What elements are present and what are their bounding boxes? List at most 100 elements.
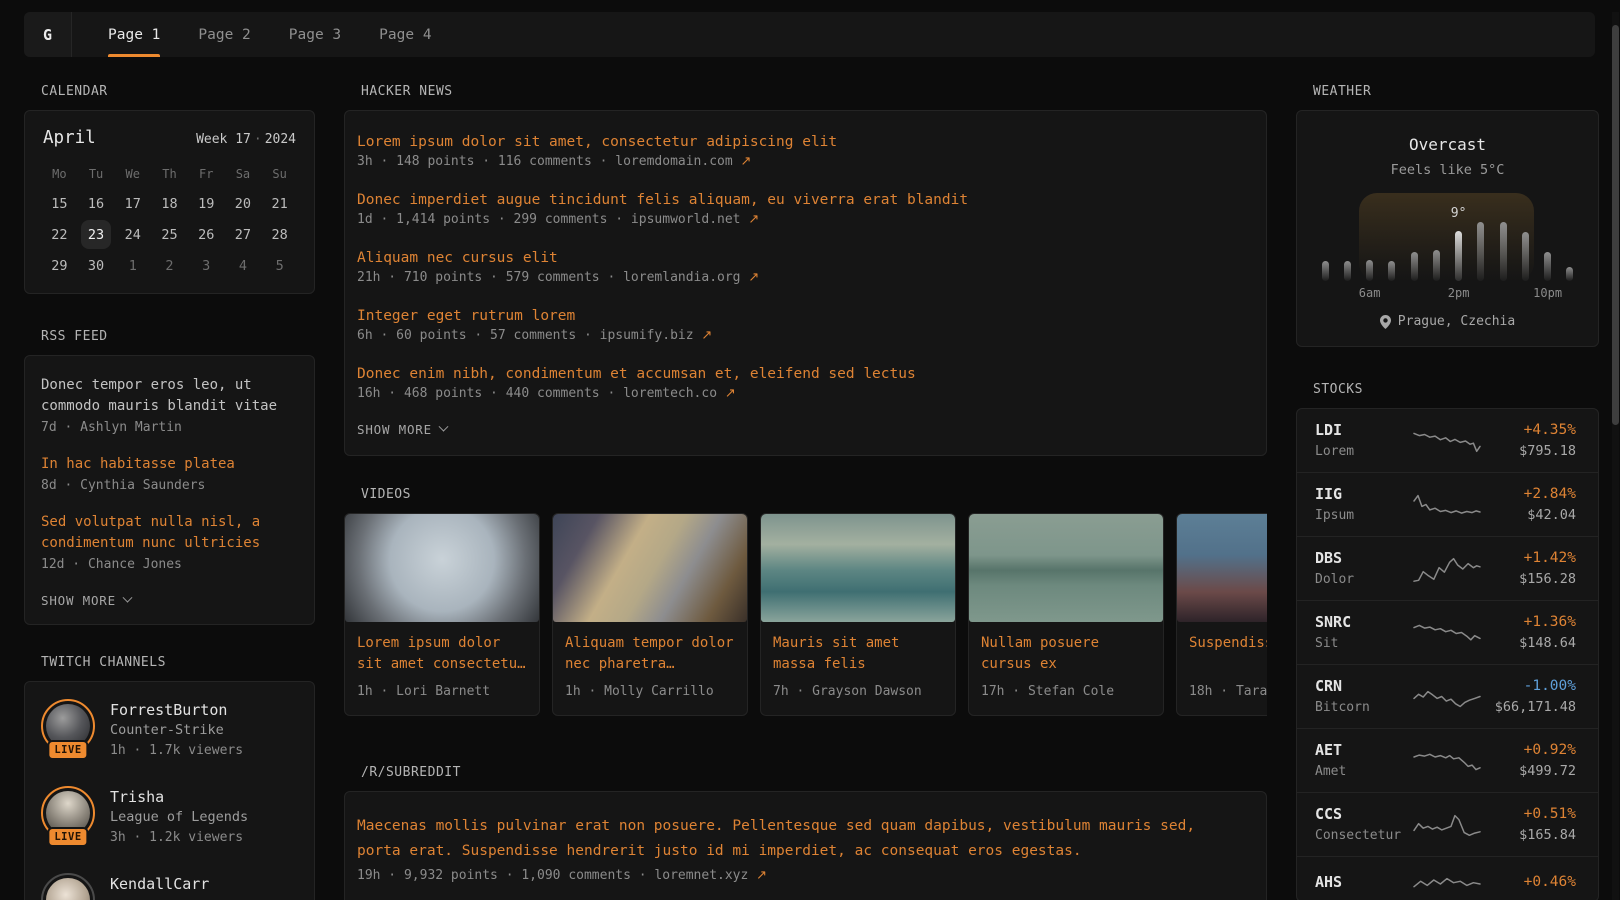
video-title: Suspendisse diam <box>1189 633 1267 675</box>
stock-sparkline <box>1413 618 1481 648</box>
hackernews-item-title[interactable]: Donec enim nibh, condimentum et accumsan… <box>357 364 1250 384</box>
twitch-channel-name: ForrestBurton <box>110 700 243 720</box>
calendar-day: 15 <box>41 188 78 219</box>
stock-row[interactable]: CCSConsectetur+0.51%$165.84 <box>1297 793 1598 857</box>
stock-change: +0.46% <box>1481 873 1576 892</box>
calendar-day-number: 5 <box>265 251 295 280</box>
rss-item-title[interactable]: Sed volutpat nulla nisl, a condimentum n… <box>41 512 298 554</box>
video-card-body: Mauris sit amet massa felis7h · Grayson … <box>761 622 955 715</box>
video-card[interactable]: Lorem ipsum dolor sit amet consectetu… 1h… <box>344 513 540 716</box>
calendar-day-number: 18 <box>154 189 184 218</box>
hackernews-item-title[interactable]: Integer eget rutrum lorem <box>357 306 1250 326</box>
stock-row[interactable]: AHS+0.46% <box>1297 857 1598 900</box>
rss-show-more-label: SHOW MORE <box>41 593 116 608</box>
calendar-day-number: 15 <box>44 189 74 218</box>
twitch-channel[interactable]: LIVEForrestBurtonCounter-Strike1h · 1.7k… <box>41 699 298 761</box>
weather-bar <box>1388 261 1395 281</box>
rss-item: Donec tempor eros leo, ut commodo mauris… <box>41 375 298 438</box>
weather-daylight-highlight <box>1359 193 1534 281</box>
subreddit-post-title[interactable]: Maecenas mollis pulvinar erat non posuer… <box>357 814 1237 864</box>
calendar-grid: MoTuWeThFrSaSu15161718192021222324252627… <box>41 161 298 281</box>
rss-show-more-button[interactable]: SHOW MORE <box>41 593 298 608</box>
stock-change: +1.36% <box>1481 613 1576 632</box>
twitch-channel[interactable]: KendallCarr <box>41 873 298 900</box>
calendar-widget: April Week 17·2024 MoTuWeThFrSaSu1516171… <box>24 110 315 294</box>
video-card[interactable]: Suspendisse diam 18h · Tara <box>1176 513 1267 716</box>
hackernews-item-title[interactable]: Aliquam nec cursus elit <box>357 248 1250 268</box>
calendar-separator: · <box>251 132 265 147</box>
scrollbar-thumb[interactable] <box>1612 25 1619 425</box>
stock-ticker: IIG <box>1315 485 1413 504</box>
stock-sparkline <box>1413 490 1481 520</box>
calendar-day: 4 <box>225 250 262 281</box>
rss-item-meta: 12d · Chance Jones <box>41 555 298 575</box>
weather-time-label: 10pm <box>1533 285 1562 301</box>
tab-page-2[interactable]: Page 2 <box>179 12 269 57</box>
rss-section: RSS FEED Donec tempor eros leo, ut commo… <box>24 330 315 625</box>
calendar-dow: Th <box>151 161 188 188</box>
twitch-section: TWITCH CHANNELS LIVEForrestBurtonCounter… <box>24 656 315 900</box>
video-meta: 1h · Lori Barnett <box>357 682 527 701</box>
app-logo: G <box>24 12 72 57</box>
tab-bar: Page 1Page 2Page 3Page 4 <box>89 12 451 57</box>
tab-page-4[interactable]: Page 4 <box>360 12 450 57</box>
weather-location: Prague, Czechia <box>1314 313 1581 331</box>
stock-row[interactable]: DBSDolor+1.42%$156.28 <box>1297 537 1598 601</box>
hackernews-section: HACKER NEWS Lorem ipsum dolor sit amet, … <box>344 85 1267 456</box>
weather-time-label: 2pm <box>1448 285 1470 301</box>
tab-page-1[interactable]: Page 1 <box>89 12 179 57</box>
stock-values: +1.42%$156.28 <box>1481 549 1576 588</box>
hackernews-item-title[interactable]: Lorem ipsum dolor sit amet, consectetur … <box>357 132 1250 152</box>
video-thumbnail <box>969 514 1163 622</box>
weather-condition: Overcast <box>1314 135 1581 155</box>
hackernews-item-meta-text: 1d · 1,414 points · 299 comments · ipsum… <box>357 212 741 227</box>
video-card-body: Suspendisse diam 18h · Tara <box>1177 622 1267 715</box>
tab-page-3[interactable]: Page 3 <box>270 12 360 57</box>
calendar-day: 28 <box>261 219 298 250</box>
stock-row[interactable]: CRNBitcorn-1.00%$66,171.48 <box>1297 665 1598 729</box>
hackernews-item-title[interactable]: Donec imperdiet augue tincidunt felis al… <box>357 190 1250 210</box>
stock-symbol-block: LDILorem <box>1315 421 1413 460</box>
rss-item: Sed volutpat nulla nisl, a condimentum n… <box>41 512 298 575</box>
hackernews-show-more-button[interactable]: SHOW MORE <box>357 422 1250 437</box>
rss-item-title[interactable]: In hac habitasse platea <box>41 454 298 475</box>
stock-sparkline <box>1413 746 1481 776</box>
calendar-day: 17 <box>114 188 151 219</box>
calendar-day: 21 <box>261 188 298 219</box>
rss-section-title: RSS FEED <box>41 330 315 344</box>
hackernews-item: Integer eget rutrum lorem6h · 60 points … <box>357 306 1250 345</box>
twitch-channel-name: Trisha <box>110 787 248 807</box>
video-card[interactable]: Mauris sit amet massa felis7h · Grayson … <box>760 513 956 716</box>
calendar-day: 29 <box>41 250 78 281</box>
twitch-channel-info: TrishaLeague of Legends3h · 1.2k viewers <box>110 786 248 848</box>
calendar-day-number: 27 <box>228 220 258 249</box>
hackernews-show-more-label: SHOW MORE <box>357 422 432 437</box>
weather-current-temp: 9° <box>1451 206 1467 221</box>
calendar-dow: We <box>114 161 151 188</box>
twitch-channel-name: KendallCarr <box>110 874 209 894</box>
stock-change: -1.00% <box>1481 677 1576 696</box>
stock-row[interactable]: IIGIpsum+2.84%$42.04 <box>1297 473 1598 537</box>
twitch-channel[interactable]: LIVETrishaLeague of Legends3h · 1.2k vie… <box>41 786 298 848</box>
video-title: Mauris sit amet massa felis <box>773 633 943 675</box>
stock-row[interactable]: AETAmet+0.92%$499.72 <box>1297 729 1598 793</box>
calendar-week-label: Week 17·2024 <box>196 132 296 147</box>
video-title: Lorem ipsum dolor sit amet consectetu… <box>357 633 527 675</box>
video-card[interactable]: Aliquam tempor dolor nec pharetra…1h · M… <box>552 513 748 716</box>
video-card[interactable]: Nullam posuere cursus ex17h · Stefan Col… <box>968 513 1164 716</box>
calendar-day-number: 21 <box>265 189 295 218</box>
videos-row: Lorem ipsum dolor sit amet consectetu… 1h… <box>344 513 1267 716</box>
calendar-day: 26 <box>188 219 225 250</box>
subreddit-post-meta: 19h · 9,932 points · 1,090 comments · lo… <box>357 866 1250 886</box>
video-thumbnail <box>761 514 955 622</box>
stock-row[interactable]: SNRCSit+1.36%$148.64 <box>1297 601 1598 665</box>
stock-ticker: AET <box>1315 741 1413 760</box>
video-meta: 18h · Tara <box>1189 682 1267 701</box>
rss-item-title[interactable]: Donec tempor eros leo, ut commodo mauris… <box>41 375 298 417</box>
calendar-day-number: 16 <box>81 189 111 218</box>
stock-row[interactable]: LDILorem+4.35%$795.18 <box>1297 409 1598 473</box>
calendar-day-number: 26 <box>191 220 221 249</box>
video-title: Nullam posuere cursus ex <box>981 633 1151 675</box>
twitch-channel-meta: 1h · 1.7k viewers <box>110 741 243 761</box>
hackernews-list: Lorem ipsum dolor sit amet, consectetur … <box>357 132 1250 403</box>
